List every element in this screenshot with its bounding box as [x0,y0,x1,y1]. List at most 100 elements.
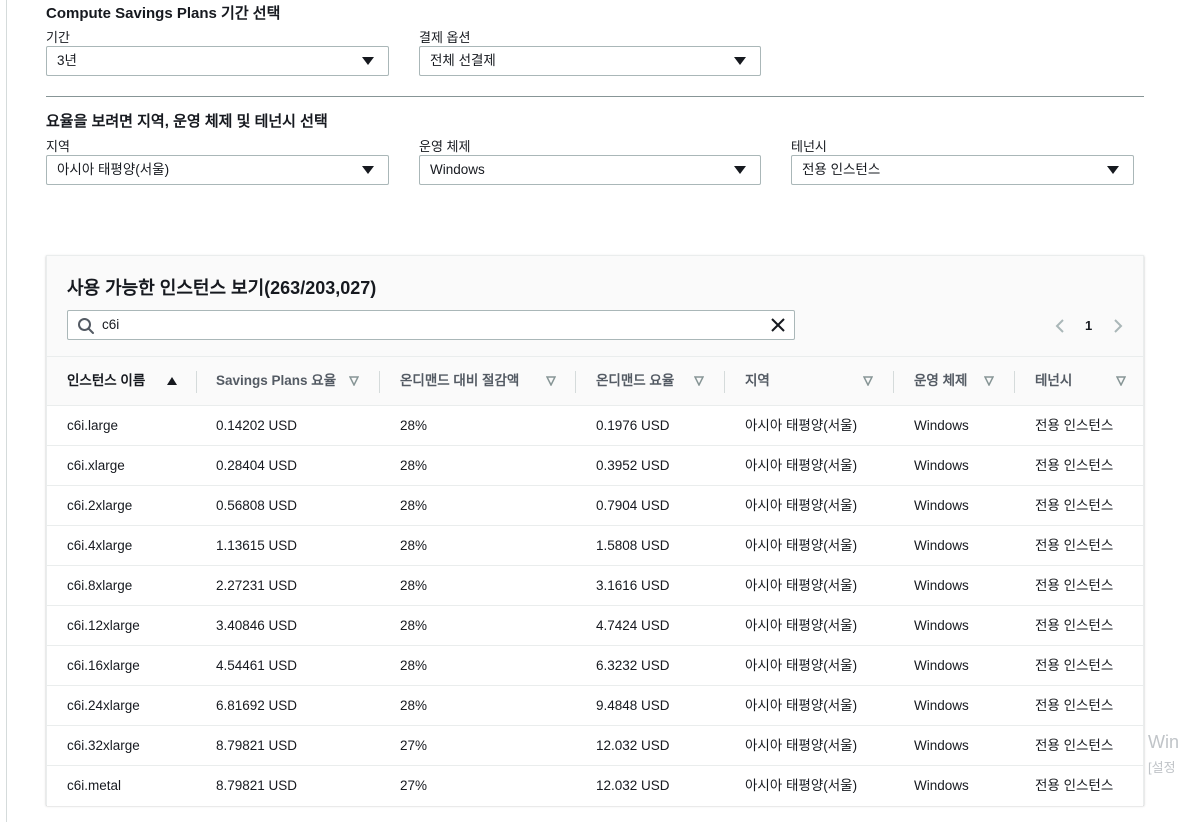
os-select-value: Windows [430,162,485,177]
chevron-right-icon[interactable] [1111,318,1125,334]
tenancy-label: 테넌시 [791,139,827,154]
table-cell: 0.3952 USD [596,458,670,473]
column-header-label: Savings Plans 요율 [216,373,337,388]
column-header-label: 온디맨드 요율 [596,373,675,388]
table-header-area: 사용 가능한 인스턴스 보기(263/203,027) c6i 1 [47,256,1143,356]
table-cell: 6.81692 USD [216,698,298,713]
table-cell: 4.54461 USD [216,658,298,673]
table-cell: 28% [400,618,428,633]
column-header-label: 온디맨드 대비 절감액 [400,373,520,388]
column-separator [893,371,894,393]
os-select[interactable]: Windows [419,155,761,185]
table-cell: 28% [400,538,428,553]
table-cell: 3.1616 USD [596,578,670,593]
table-row[interactable]: c6i.metal 8.79821 USD 27% 12.032 USD 아시아 태평양… [47,766,1143,806]
table-row[interactable]: c6i.24xlarge 6.81692 USD 28% 9.4848 USD 아시아 … [47,686,1143,726]
tenancy-select[interactable]: 전용 인스턴스 [791,155,1134,185]
sort-icon [349,376,359,386]
table-cell: 3.40846 USD [216,618,298,633]
table-cell: Windows [914,778,969,793]
table-cell: 12.032 USD [596,738,670,753]
column-separator [196,371,197,393]
table-row[interactable]: c6i.xlarge 0.28404 USD 28% 0.3952 USD 아시아 태평… [47,446,1143,486]
table-cell: 전용 인스턴스 [1035,498,1114,513]
filter-section-title: 요율을 보려면 지역, 운영 체제 및 테넌시 선택 [46,113,328,130]
table-cell: Windows [914,658,969,673]
payment-option-select[interactable]: 전체 선결제 [419,46,761,76]
caret-down-icon [362,166,374,174]
table-cell: 28% [400,498,428,513]
column-header-savings-plans-rate[interactable]: Savings Plans 요율 [216,357,359,405]
column-header-ondemand-rate[interactable]: 온디맨드 요율 [596,357,704,405]
column-header-instance-name[interactable]: 인스턴스 이름 [67,357,177,405]
table-row[interactable]: c6i.32xlarge 8.79821 USD 27% 12.032 USD 아시아 … [47,726,1143,766]
table-cell: 아시아 태평양(서울) [745,498,858,513]
table-cell: 6.3232 USD [596,658,670,673]
table-cell: 27% [400,778,428,793]
sort-icon [694,376,704,386]
table-row[interactable]: c6i.2xlarge 0.56808 USD 28% 0.7904 USD 아시아 태… [47,486,1143,526]
sort-icon [984,376,994,386]
sort-icon [546,376,556,386]
table-cell: 28% [400,658,428,673]
table-cell: 아시아 태평양(서울) [745,778,858,793]
chevron-left-icon[interactable] [1053,318,1067,334]
column-header-region[interactable]: 지역 [745,357,873,405]
column-header-savings-vs-ondemand[interactable]: 온디맨드 대비 절감액 [400,357,556,405]
table-cell: 1.5808 USD [596,538,670,553]
current-page-number[interactable]: 1 [1085,318,1092,333]
table-cell: 아시아 태평양(서울) [745,618,858,633]
column-header-os[interactable]: 운영 체제 [914,357,994,405]
column-separator [575,371,576,393]
table-cell: Windows [914,698,969,713]
tenancy-select-value: 전용 인스턴스 [802,162,881,177]
table-cell: Windows [914,738,969,753]
search-input[interactable]: c6i [67,310,795,340]
table-cell: Windows [914,498,969,513]
table-cell: 0.7904 USD [596,498,670,513]
table-cell: 아시아 태평양(서울) [745,698,858,713]
table-cell: 전용 인스턴스 [1035,418,1114,433]
sort-icon [1116,376,1126,386]
table-cell: 27% [400,738,428,753]
table-cell: c6i.32xlarge [67,738,140,753]
sort-ascending-icon [167,377,177,385]
table-cell: 28% [400,418,428,433]
table-row[interactable]: c6i.8xlarge 2.27231 USD 28% 3.1616 USD 아시아 태… [47,566,1143,606]
table-row[interactable]: c6i.12xlarge 3.40846 USD 28% 4.7424 USD 아시아 … [47,606,1143,646]
term-select[interactable]: 3년 [46,46,389,76]
table-cell: 전용 인스턴스 [1035,538,1114,553]
table-cell: c6i.12xlarge [67,618,140,633]
column-header-label: 테넌시 [1035,373,1073,388]
table-title: 사용 가능한 인스턴스 보기(263/203,027) [67,278,377,298]
table-cell: 아시아 태평양(서울) [745,418,858,433]
table-row[interactable]: c6i.16xlarge 4.54461 USD 28% 6.3232 USD 아시아 … [47,646,1143,686]
table-cell: Windows [914,418,969,433]
table-cell: 0.56808 USD [216,498,298,513]
term-select-value: 3년 [57,53,77,68]
pagination: 1 [1053,316,1125,336]
column-header-tenancy[interactable]: 테넌시 [1035,357,1126,405]
table-cell: 전용 인스턴스 [1035,618,1114,633]
table-row[interactable]: c6i.4xlarge 1.13615 USD 28% 1.5808 USD 아시아 태… [47,526,1143,566]
term-label: 기간 [46,30,70,45]
table-row[interactable]: c6i.large 0.14202 USD 28% 0.1976 USD 아시아 태평양… [47,406,1143,446]
column-header-label: 운영 체제 [914,373,968,388]
table-cell: c6i.large [67,418,119,433]
table-cell: 28% [400,578,428,593]
column-separator [379,371,380,393]
payment-option-value: 전체 선결제 [430,53,496,68]
region-select[interactable]: 아시아 태평양(서울) [46,155,389,185]
table-cell: 전용 인스턴스 [1035,778,1114,793]
table-cell: c6i.metal [67,778,122,793]
region-label: 지역 [46,139,70,154]
table-cell: c6i.xlarge [67,458,125,473]
table-cell: 12.032 USD [596,778,670,793]
term-section-title: Compute Savings Plans 기간 선택 [46,5,281,22]
close-icon[interactable] [770,317,786,333]
table-cell: 전용 인스턴스 [1035,698,1114,713]
section-divider [46,96,1144,97]
table-cell: c6i.2xlarge [67,498,133,513]
table-cell: c6i.16xlarge [67,658,140,673]
region-select-value: 아시아 태평양(서울) [57,162,170,177]
